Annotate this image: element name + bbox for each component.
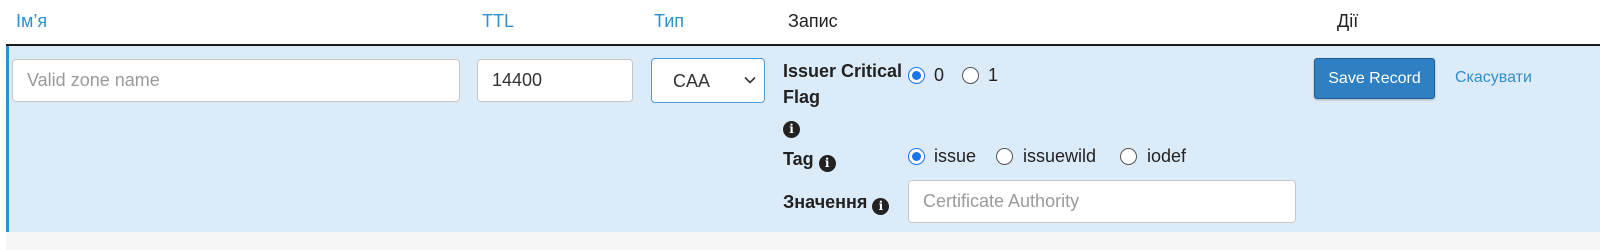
tag-label: Tag bbox=[783, 149, 814, 169]
tag-option-iodef-label: iodef bbox=[1147, 146, 1187, 166]
zone-name-input[interactable] bbox=[12, 59, 460, 102]
column-header-ttl[interactable]: TTL bbox=[482, 10, 514, 32]
record-type-selected-value: CAA bbox=[673, 71, 711, 91]
ttl-input[interactable] bbox=[477, 59, 633, 102]
issuer-flag-radio-0[interactable] bbox=[908, 67, 925, 84]
value-label: Значення bbox=[783, 192, 868, 212]
issuer-flag-option-0-label: 0 bbox=[934, 65, 945, 85]
issuer-flag-radio-1[interactable] bbox=[962, 67, 979, 84]
column-header-type[interactable]: Тип bbox=[654, 10, 684, 32]
tag-radio-issue[interactable] bbox=[908, 148, 925, 165]
cancel-link[interactable]: Скасувати bbox=[1455, 68, 1532, 88]
tag-label-group: Tag i bbox=[783, 146, 836, 172]
row-bottom-strip bbox=[6, 232, 1600, 250]
tag-radio-iodef[interactable] bbox=[1120, 148, 1137, 165]
info-icon[interactable]: i bbox=[872, 198, 890, 215]
info-icon[interactable]: i bbox=[818, 155, 836, 172]
column-header-actions: Дії bbox=[1337, 11, 1359, 31]
certificate-authority-input[interactable] bbox=[908, 180, 1296, 223]
tag-radio-issuewild[interactable] bbox=[996, 148, 1013, 165]
column-header-name[interactable]: Ім’я bbox=[16, 10, 47, 32]
issuer-flag-label-line2: Flag bbox=[783, 87, 821, 107]
issuer-critical-flag-label: Issuer Critical Flag i bbox=[783, 58, 902, 138]
value-label-group: Значення i bbox=[783, 189, 890, 215]
info-icon[interactable]: i bbox=[783, 121, 800, 138]
tag-option-issuewild-label: issuewild bbox=[1023, 146, 1097, 166]
tag-option-issue-label: issue bbox=[934, 146, 977, 166]
issuer-flag-label-line1: Issuer Critical bbox=[783, 61, 903, 81]
table-header: Ім’я TTL Тип Запис Дії bbox=[0, 0, 1600, 46]
issuer-flag-option-1-label: 1 bbox=[988, 65, 999, 85]
record-type-select[interactable]: CAA bbox=[651, 58, 765, 103]
save-record-button[interactable]: Save Record bbox=[1314, 58, 1435, 99]
column-header-record: Запис bbox=[788, 11, 838, 31]
chevron-down-icon bbox=[744, 76, 756, 84]
